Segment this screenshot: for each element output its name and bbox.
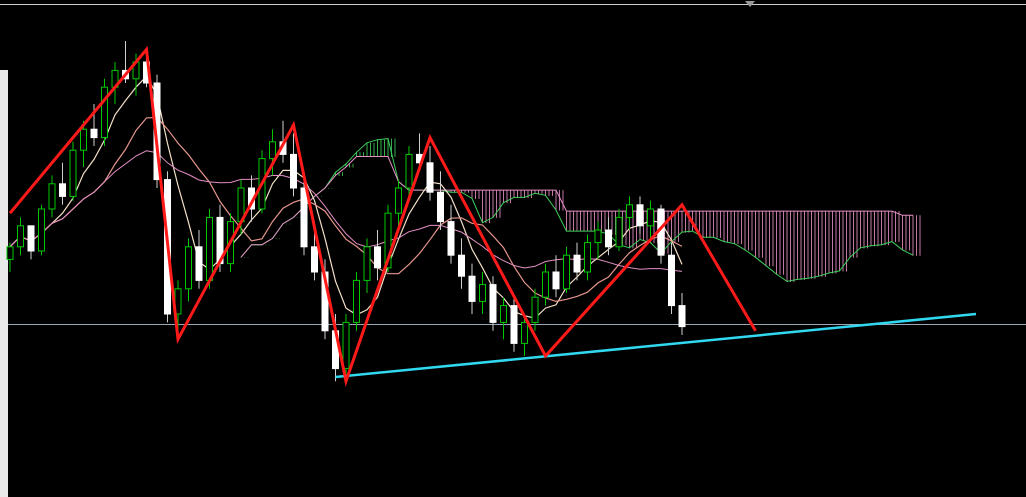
candle-body [542,271,549,298]
candle-body [584,242,591,273]
candle-body [626,204,633,218]
candle-body [342,321,350,370]
candle-body [668,254,675,307]
candle-body [395,187,402,214]
candle-body [48,183,56,210]
candle-body [479,284,486,302]
candle-body [426,162,434,193]
candle-body [458,254,465,277]
candle-body [489,284,497,323]
candle-body [437,191,444,223]
candle-body [468,275,476,302]
chart-area [0,0,1026,497]
candle-body [405,153,413,189]
candle-body [206,216,213,281]
candle-body [521,321,528,344]
candle-body [594,229,602,244]
ma-fast-line [9,75,683,319]
candle-body [678,305,686,328]
candle-body [69,149,77,197]
candle-body [80,128,87,151]
candle-body [500,305,507,323]
candle-body [27,225,35,252]
candle-body [563,254,570,290]
candle-body [636,204,644,227]
candle-body [269,141,276,160]
cloud-span-b [240,156,913,258]
candle-body [573,254,581,273]
candle-body [353,279,360,323]
candle-body [363,246,371,281]
candle-body [311,246,318,273]
candle-body [17,225,24,248]
candle-body [552,271,560,290]
candle-body [374,246,381,269]
candle-body [531,296,539,323]
candle-body [6,246,14,260]
candle-body [59,183,66,197]
candle-body [300,187,308,248]
candle-body [101,86,108,139]
candle-body [647,208,654,227]
candle-body [605,229,612,248]
candle-body [615,216,623,248]
price-chart [6,41,1026,387]
candle-body [90,128,98,139]
ma-slow-line [9,116,683,303]
candle-body [38,208,45,252]
candle-body [195,246,203,281]
candle-body [185,246,192,290]
candle-body [290,153,297,189]
support-trendline [335,312,977,379]
candle-body [447,221,455,256]
candle-body [510,305,518,344]
